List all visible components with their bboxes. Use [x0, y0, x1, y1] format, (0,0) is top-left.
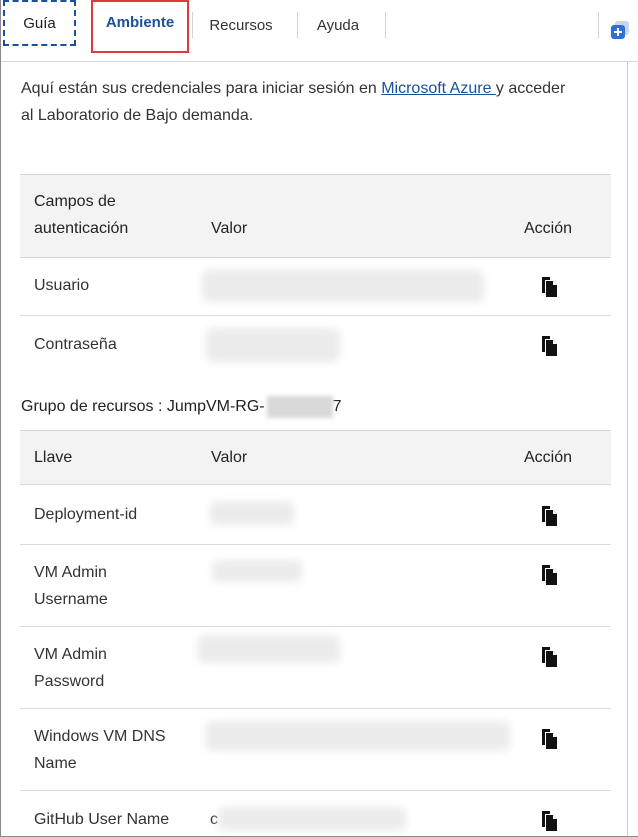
header-key: Llave: [34, 449, 73, 466]
resource-group-title: Grupo de recursos : JumpVM-RG- 7: [21, 396, 342, 418]
row-key: GitHub User Name: [34, 811, 170, 828]
tab-bar: Guía Ambiente Recursos Ayuda: [1, 0, 638, 62]
redacted-value: [198, 635, 340, 663]
tab-recursos[interactable]: Recursos: [193, 0, 289, 50]
copy-icon[interactable]: [538, 335, 560, 357]
redacted-value: [212, 560, 302, 582]
row-value-prefix: c: [210, 811, 218, 828]
header-value: Valor: [211, 449, 248, 466]
table-row: VM Admin Username: [20, 545, 611, 627]
copy-icon[interactable]: [538, 276, 560, 298]
row-key: VM Admin Username: [34, 564, 108, 608]
keys-table-header: Llave Valor Acción: [20, 430, 611, 485]
redacted-value: [206, 721, 510, 751]
row-key: Usuario: [34, 277, 90, 294]
auth-table-header: Campos de autenticación Valor Acción: [20, 174, 611, 258]
tab-ambiente[interactable]: Ambiente: [91, 0, 189, 53]
header-action: Acción: [524, 449, 573, 466]
tab-guia-label: Guía: [23, 14, 56, 32]
table-row: Windows VM DNS Name: [20, 709, 611, 791]
table-row: VM Admin Password: [20, 627, 611, 709]
header-action: Acción: [524, 220, 573, 237]
copy-icon[interactable]: [538, 728, 560, 750]
redacted-value: [206, 328, 340, 362]
tab-guia[interactable]: Guía: [3, 0, 76, 46]
row-key: Deployment-id: [34, 506, 138, 523]
table-row: Deployment-id: [20, 485, 611, 545]
row-key: Contraseña: [34, 336, 117, 353]
tab-ayuda[interactable]: Ayuda: [298, 0, 378, 50]
tab-recursos-label: Recursos: [209, 16, 273, 34]
expand-panel-icon[interactable]: [609, 19, 631, 41]
resource-group-suffix: 7: [332, 398, 342, 415]
resource-group-label: Grupo de recursos : JumpVM-RG-: [21, 398, 265, 415]
lab-panel: Guía Ambiente Recursos Ayuda Aquí están …: [0, 0, 638, 837]
azure-link[interactable]: Microsoft Azure: [381, 80, 496, 97]
tab-divider: [385, 12, 386, 38]
redacted-value: [218, 807, 406, 831]
header-value: Valor: [211, 220, 248, 237]
scroll-edge: [627, 62, 628, 836]
row-key: Windows VM DNS Name: [34, 728, 166, 772]
header-field: Campos de autenticación: [34, 193, 129, 237]
tab-ambiente-label: Ambiente: [105, 14, 175, 31]
copy-icon[interactable]: [538, 810, 560, 832]
copy-icon[interactable]: [538, 564, 560, 586]
table-row: Usuario: [20, 258, 611, 316]
intro-text-before: Aquí están sus credenciales para iniciar…: [21, 80, 382, 97]
table-row: Contraseña: [20, 316, 611, 374]
auth-table: Campos de autenticación Valor Acción Usu…: [20, 174, 611, 374]
redacted-value: [202, 270, 484, 302]
intro-text: Aquí están sus credenciales para iniciar…: [21, 75, 581, 129]
row-key: VM Admin Password: [34, 646, 107, 690]
keys-table: Llave Valor Acción Deployment-id VM Admi…: [20, 430, 611, 836]
tab-divider: [598, 12, 599, 38]
redacted-value: [210, 501, 294, 525]
copy-icon[interactable]: [538, 505, 560, 527]
redacted-value: [266, 396, 333, 418]
tab-ayuda-label: Ayuda: [316, 16, 360, 34]
table-row: GitHub User Name c: [20, 791, 611, 836]
copy-icon[interactable]: [538, 646, 560, 668]
